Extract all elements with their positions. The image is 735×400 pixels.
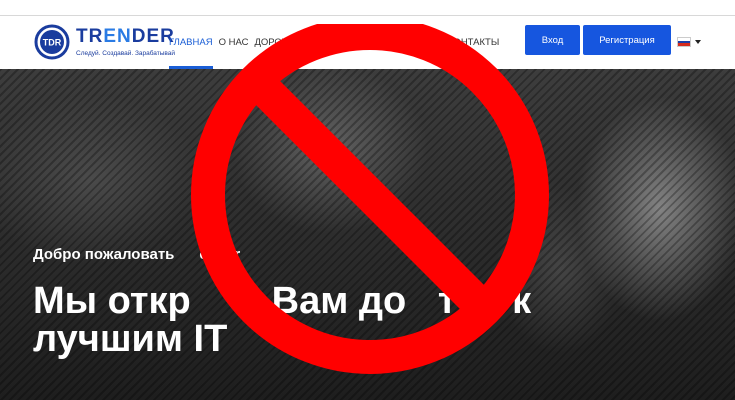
nav-item-contacts[interactable]: Контакты [448,16,499,69]
language-selector[interactable] [677,36,703,48]
site-header: TDR TRENDER Следуй. Создавай. Зарабатыва… [0,16,735,69]
logo-mark-text: TDR [43,38,62,48]
site-logo[interactable]: TDR TRENDER Следуй. Создавай. Зарабатыва… [34,24,175,60]
hero-banner: Добро пожаловать ender Мы откр м Вам до … [0,69,735,400]
browser-top-strip [0,0,735,16]
nav-item-roadmap[interactable]: Дорожна [254,16,303,69]
brand-name-part1: TR [76,26,104,47]
login-button[interactable]: Вход [525,25,580,55]
logo-mark-icon: TDR [34,24,70,60]
hero-headline: Мы откр м Вам до туп к лучшим IT [33,280,542,360]
main-nav: Главная О нас Дорожна Контакты [169,16,499,69]
nav-item-home[interactable]: Главная [169,16,213,69]
brand-name: TRENDER [76,26,175,48]
flag-stripe-red [678,43,690,47]
brand-name-part2: EN [103,26,132,47]
hero-welcome-text: Добро пожаловать ender [33,246,241,263]
brand-tagline: Следуй. Создавай. Зарабатывай [76,50,176,57]
chevron-down-icon [695,40,701,44]
register-button[interactable]: Регистрация [583,25,671,55]
nav-item-about[interactable]: О нас [219,16,249,69]
russian-flag-icon [677,37,691,47]
